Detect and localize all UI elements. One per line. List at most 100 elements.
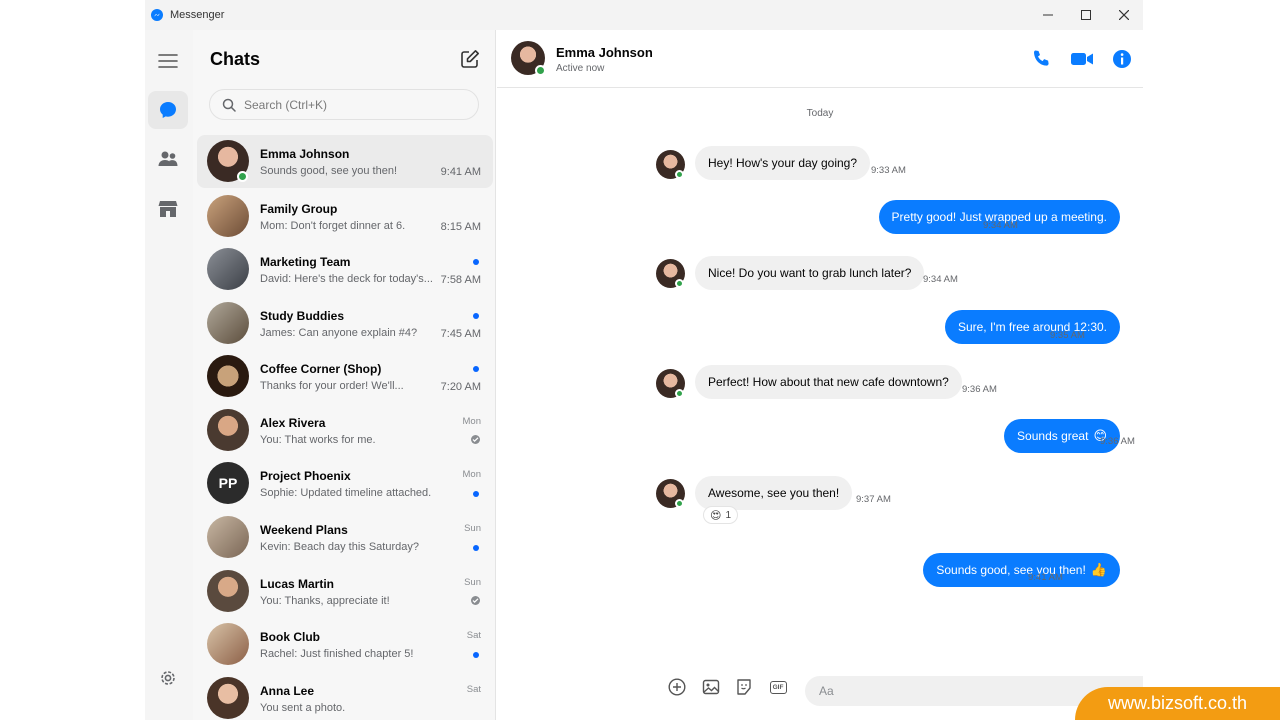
conversation-day: Sat	[466, 684, 481, 695]
conversation-item-weekend-plans[interactable]: Weekend Plans Kevin: Beach day this Satu…	[197, 511, 493, 564]
day-separator: Today	[806, 108, 834, 119]
sticker-icon	[737, 679, 751, 695]
message-time: 9:36 AM	[962, 384, 997, 395]
avatar	[207, 677, 249, 719]
conversation-time: 7:20 AM	[440, 381, 481, 393]
conversation-preview: Thanks for your order! We'll...	[260, 380, 404, 392]
avatar	[207, 355, 249, 397]
search-icon	[222, 98, 236, 112]
message-bubble-incoming[interactable]: Hey! How's your day going?	[695, 146, 871, 180]
message-reaction[interactable]: 😍 1	[703, 506, 739, 524]
online-indicator	[237, 171, 248, 182]
messenger-window: Messenger Chats Search (Ctrl+K) Emma Joh…	[145, 0, 1143, 720]
nav-people-button[interactable]	[148, 140, 188, 178]
conversation-item-study-buddies[interactable]: Study Buddies James: Can anyone explain …	[197, 297, 493, 350]
message-time: 9:36 AM	[1100, 436, 1135, 447]
chats-heading: Chats	[210, 49, 261, 69]
conversation-preview: David: Here's the deck for today's...	[260, 273, 433, 285]
store-icon	[158, 201, 178, 217]
message-time: 9:35 AM	[1050, 330, 1085, 341]
chat-bubble-icon	[160, 102, 176, 118]
conversation-item-marketing-team[interactable]: Marketing Team David: Here's the deck fo…	[197, 243, 493, 296]
chats-panel: Chats Emma Johnson Sounds good, see you …	[193, 30, 496, 720]
message-bubble-incoming[interactable]: Nice! Do you want to grab lunch later?	[695, 256, 925, 290]
conversation-time: 7:45 AM	[440, 328, 481, 340]
message-bubble-outgoing[interactable]: Sounds good, see you then! 👍	[923, 553, 1120, 587]
maximize-button[interactable]	[1067, 0, 1105, 30]
conversation-name: Emma Johnson	[260, 147, 350, 161]
conversation-name: Weekend Plans	[260, 523, 348, 537]
message-bubble-incoming[interactable]: Perfect! How about that new cafe downtow…	[695, 365, 962, 399]
conversation-preview: You sent a photo.	[260, 702, 346, 714]
image-icon	[702, 679, 720, 695]
unread-dot	[473, 652, 479, 658]
conversation-name: Lucas Martin	[260, 577, 335, 591]
message-bubble-outgoing[interactable]: Sure, I'm free around 12:30.	[944, 310, 1120, 344]
conversation-preview: Sounds good, see you then!	[260, 165, 397, 177]
search-box[interactable]	[209, 89, 479, 120]
conversation-day: Sat	[466, 630, 481, 641]
sticker-button[interactable]	[733, 676, 755, 698]
unread-dot	[473, 366, 479, 372]
gif-icon: GIF	[769, 680, 787, 694]
online-indicator	[675, 170, 684, 179]
photo-button[interactable]	[700, 676, 722, 698]
conversation-day: Sun	[464, 523, 481, 534]
message-time: 9:34 AM	[983, 220, 1018, 231]
conversation-preview: Sophie: Updated timeline attached.	[260, 487, 432, 499]
nav-chats-button[interactable]	[148, 91, 188, 129]
search-input[interactable]	[244, 97, 464, 112]
menu-button[interactable]	[148, 42, 188, 80]
video-camera-icon	[1071, 53, 1093, 65]
avatar	[207, 302, 249, 344]
conversation-item-family-group[interactable]: Family Group Mom: Don't forget dinner at…	[197, 190, 493, 243]
close-button[interactable]	[1105, 0, 1143, 30]
hamburger-menu-icon	[158, 54, 178, 68]
title-bar: Messenger	[145, 0, 1143, 30]
conversation-time: 7:58 AM	[440, 274, 481, 286]
conversation-time: 8:15 AM	[440, 221, 481, 233]
avatar	[207, 570, 249, 612]
conversation-preview: Rachel: Just finished chapter 5!	[260, 648, 414, 660]
seen-check-icon	[471, 596, 480, 605]
settings-button[interactable]	[148, 659, 188, 697]
conversation-item-project-phoenix[interactable]: PP Project Phoenix Sophie: Updated timel…	[197, 457, 493, 510]
plus-circle-icon	[668, 678, 686, 696]
new-message-button[interactable]	[459, 48, 481, 70]
message-time: 9:34 AM	[923, 274, 958, 285]
conversation-item-book-club[interactable]: Book Club Rachel: Just finished chapter …	[197, 618, 493, 671]
unread-dot	[473, 313, 479, 319]
message-time: 9:33 AM	[871, 165, 906, 176]
nav-marketplace-button[interactable]	[148, 190, 188, 228]
conversation-item-coffee-corner[interactable]: Coffee Corner (Shop) Thanks for your ord…	[197, 350, 493, 403]
phone-call-button[interactable]	[1030, 48, 1052, 70]
conversation-name: Book Club	[260, 630, 320, 644]
watermark-banner: www.bizsoft.co.th	[1075, 687, 1280, 720]
compose-icon	[461, 50, 479, 68]
gif-button[interactable]: GIF	[767, 676, 789, 698]
video-call-button[interactable]	[1070, 48, 1094, 70]
messenger-logo-icon	[151, 9, 163, 21]
message-time: 9:37 AM	[856, 494, 891, 505]
conversation-name: Project Phoenix	[260, 469, 351, 483]
maximize-icon	[1081, 10, 1091, 20]
conversation-day: Mon	[462, 416, 481, 427]
conversation-item-anna-lee[interactable]: Anna Lee You sent a photo. Sat	[197, 672, 493, 720]
message-time: 9:41 AM	[1028, 572, 1063, 583]
conversation-item-lucas-martin[interactable]: Lucas Martin You: Thanks, appreciate it!…	[197, 565, 493, 618]
add-button[interactable]	[666, 676, 688, 698]
conversation-item-emma-johnson[interactable]: Emma Johnson Sounds good, see you then! …	[197, 135, 493, 188]
message-bubble-incoming[interactable]: Awesome, see you then!	[695, 476, 853, 510]
conversation-info-button[interactable]	[1111, 48, 1133, 70]
conversation-item-alex-rivera[interactable]: Alex Rivera You: That works for me. Mon	[197, 404, 493, 457]
contact-name[interactable]: Emma Johnson	[556, 45, 653, 60]
online-indicator	[675, 279, 684, 288]
gear-icon	[161, 671, 175, 685]
conversation-name: Family Group	[260, 202, 338, 216]
conversation-preview: Mom: Don't forget dinner at 6.	[260, 220, 406, 232]
people-icon	[158, 151, 178, 166]
minimize-button[interactable]	[1029, 0, 1067, 30]
conversation-preview: James: Can anyone explain #4?	[260, 327, 418, 339]
unread-dot	[473, 259, 479, 265]
unread-dot	[473, 545, 479, 551]
